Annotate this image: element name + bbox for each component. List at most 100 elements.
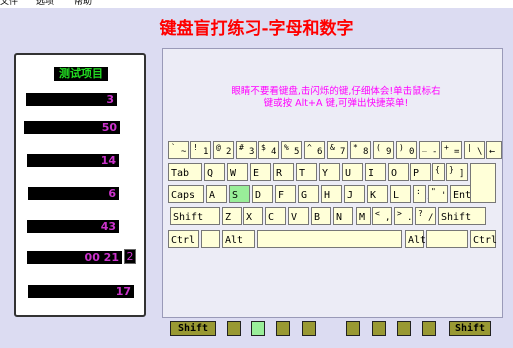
key-i-row2[interactable]: I [365, 163, 386, 181]
key-alt-row5-4[interactable]: Alt [405, 230, 426, 248]
stat-extra-box: 2 [124, 249, 136, 264]
key-x-row4-2[interactable]: X [243, 207, 263, 225]
key-r-row2[interactable]: R [273, 163, 294, 181]
key-13-row1-label: \ [477, 147, 483, 157]
key-m-row4-7[interactable]: M [356, 207, 371, 225]
key-3-row1[interactable]: #3 [236, 141, 257, 159]
key-w-row2[interactable]: W [227, 163, 248, 181]
key-14-row1-label: ← [489, 146, 496, 157]
key-4-row1[interactable]: $4 [258, 141, 279, 159]
key-10-row1[interactable]: ) 0 [396, 141, 417, 159]
key-6-row1[interactable]: ^ 6 [304, 141, 325, 159]
key-f-row3[interactable]: F [275, 185, 296, 203]
key-u-row2[interactable]: U [342, 163, 363, 181]
key-v-row4-4-label: V [291, 212, 298, 223]
key-sym-row3[interactable]: :; [413, 185, 431, 203]
key-y-row2-label: Y [322, 168, 329, 179]
key-q-row2[interactable]: Q [204, 163, 225, 181]
key-9-row1[interactable]: (9 [373, 141, 394, 159]
footer-key-5 [346, 321, 360, 336]
menu-help[interactable]: 帮助 [74, 0, 92, 7]
key-2-row1-shift-label: @ [216, 143, 221, 152]
footer-key-1 [227, 321, 241, 336]
key-blank-row5-1[interactable] [201, 230, 220, 248]
key-14-row1[interactable]: ← [486, 141, 502, 159]
key-o-row2[interactable]: O [388, 163, 409, 181]
key-shift-row4-11-label: Shift [441, 212, 472, 223]
key-7-row1[interactable]: & 7 [327, 141, 348, 159]
key-10-row1-shift-label: ) [399, 143, 404, 152]
key-8-row1[interactable]: * 8 [350, 141, 371, 159]
key-11-row1[interactable]: _ - [419, 141, 440, 159]
key-sym-row4-10[interactable]: ? / [415, 207, 436, 225]
key-t-row2[interactable]: T [296, 163, 317, 181]
key-p-row2[interactable]: P [410, 163, 431, 181]
key-g-row3[interactable]: G [298, 185, 319, 203]
key-13-row1[interactable]: | \ [464, 141, 485, 159]
key-alt-row5-2[interactable]: Alt [222, 230, 255, 248]
key-ctrl-row5-0[interactable]: Ctrl [168, 230, 199, 248]
footer-key-4 [302, 321, 316, 336]
key-y-row2[interactable]: Y [319, 163, 340, 181]
key-c-row4-3[interactable]: C [265, 207, 286, 225]
key-0-row1[interactable]: ` ~ [168, 141, 189, 159]
instruction-line-1: 眼睛不要看键盘,击闪烁的键,仔细体会!单击鼠标右 [231, 86, 441, 97]
key-sym-row2[interactable]: }] [446, 163, 468, 181]
key-sym-row4-10-shift-label: ? [418, 209, 423, 218]
key-b-row4-5-label: B [314, 212, 321, 223]
key-sym-row4-9[interactable]: >. [394, 207, 413, 225]
key-12-row1-label: = [454, 147, 460, 157]
key-1-row1[interactable]: ! 1 [190, 141, 211, 159]
key-k-row3[interactable]: K [367, 185, 388, 203]
key-caps-row3[interactable]: Caps [168, 185, 204, 203]
key-sym-row2-label: ] [459, 169, 465, 179]
key-blank-row5-5[interactable] [426, 230, 468, 248]
key-b-row4-5[interactable]: B [311, 207, 331, 225]
key-ctrl-row5-6-label: Ctrl [473, 235, 498, 246]
key-2-row1[interactable]: @2 [213, 141, 234, 159]
footer-key-2 [251, 321, 265, 336]
key-5-row1[interactable]: % 5 [281, 141, 302, 159]
stat-row-2: 50 [24, 121, 120, 134]
key-l-row3[interactable]: L [390, 185, 411, 203]
menu-file[interactable]: 文件 [0, 0, 18, 7]
key-sym-row4-8[interactable]: <, [372, 207, 392, 225]
key-n-row4-6[interactable]: N [333, 207, 353, 225]
key-d-row3[interactable]: D [252, 185, 273, 203]
key-6-row1-label: 6 [317, 147, 323, 157]
key-x-row4-2-label: X [246, 212, 253, 223]
stat-row-5: 43 [27, 220, 119, 233]
key-j-row3[interactable]: J [344, 185, 365, 203]
key-12-row1[interactable]: + = [441, 141, 462, 159]
key-blank-row5-3[interactable] [257, 230, 402, 248]
key-10-row1-label: 0 [409, 147, 415, 157]
key-8-row1-shift-label: * [353, 143, 358, 152]
footer-right-shift: Shift [449, 321, 491, 336]
menu-options[interactable]: 选项 [36, 0, 54, 7]
key-shift-row4-0[interactable]: Shift [170, 207, 220, 225]
key-sym-row2[interactable]: {[ [432, 163, 450, 181]
key-o-row2-label: O [391, 168, 398, 179]
key-r-row2-label: R [276, 168, 283, 179]
key-tab-row2[interactable]: Tab [168, 163, 202, 181]
key-a-row3[interactable]: A [206, 185, 227, 203]
app-window: 文件 选项 帮助 键盘盲打练习-字母和数字 测试项目 3 50 14 6 43 … [0, 0, 513, 348]
key-sym-row4-10-label: / [428, 213, 434, 223]
stat-row-1: 3 [26, 93, 117, 106]
key-enter-upper[interactable] [470, 163, 496, 203]
key-a-row3-label: A [209, 190, 216, 201]
key-sym-row3-shift-label: " [431, 187, 436, 196]
key-4-row1-label: 4 [271, 147, 277, 157]
stat-row-3: 14 [27, 154, 119, 167]
key-v-row4-4[interactable]: V [288, 207, 309, 225]
key-s-row3[interactable]: S [229, 185, 250, 203]
key-sym-row3[interactable]: " ' [428, 185, 448, 203]
key-z-row4-1[interactable]: Z [222, 207, 242, 225]
key-ctrl-row5-6[interactable]: Ctrl [470, 230, 498, 248]
key-d-row3-label: D [255, 190, 262, 201]
key-e-row2[interactable]: E [250, 163, 271, 181]
key-h-row3[interactable]: H [321, 185, 342, 203]
key-shift-row4-11[interactable]: Shift [438, 207, 486, 225]
key-sym-row4-8-shift-label: < [375, 209, 380, 218]
footer-left-shift: Shift [170, 321, 216, 336]
